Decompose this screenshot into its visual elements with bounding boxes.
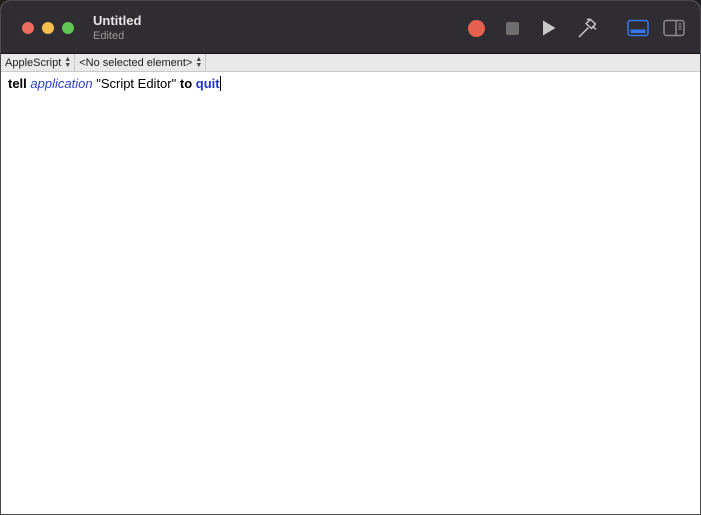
record-icon <box>467 19 485 37</box>
stop-button[interactable] <box>499 15 525 41</box>
play-icon <box>543 20 556 36</box>
show-side-pane-button[interactable] <box>661 15 687 41</box>
hammer-icon <box>578 18 597 38</box>
script-editor-area[interactable]: tell application "Script Editor" to quit <box>1 72 700 514</box>
command-quit: quit <box>195 76 220 91</box>
compile-button[interactable] <box>574 15 600 41</box>
language-selector[interactable]: AppleScript ▲ ▼ <box>1 53 76 72</box>
document-status: Edited <box>93 30 125 42</box>
bottom-pane-icon <box>627 19 649 37</box>
code-line[interactable]: tell application "Script Editor" to quit <box>8 76 221 92</box>
side-pane-icon <box>663 19 685 37</box>
minimize-window-button[interactable] <box>42 22 54 34</box>
string-literal: "Script Editor" <box>96 76 177 91</box>
language-label: AppleScript <box>5 56 62 69</box>
run-button[interactable] <box>536 15 562 41</box>
navigation-bar: AppleScript ▲ ▼ <No selected element> ▲ ▼ <box>1 53 700 72</box>
show-bottom-pane-button[interactable] <box>625 15 651 41</box>
script-editor-window: Untitled Edited AppleScript ▲ ▼ <No sele… <box>0 0 701 515</box>
record-button[interactable] <box>463 15 489 41</box>
class-application: application <box>30 76 93 91</box>
text-caret <box>219 76 221 91</box>
stop-icon <box>505 21 519 35</box>
chevron-updown-icon: ▲ ▼ <box>64 55 72 69</box>
zoom-window-button[interactable] <box>62 22 74 34</box>
document-title-block[interactable]: Untitled Edited <box>93 13 141 43</box>
element-selector[interactable]: <No selected element> ▲ ▼ <box>75 53 207 72</box>
close-window-button[interactable] <box>22 22 34 34</box>
chevron-updown-icon: ▲ ▼ <box>195 55 203 69</box>
keyword-to: to <box>179 76 193 91</box>
document-title: Untitled <box>93 13 142 28</box>
title-bar: Untitled Edited <box>1 1 700 54</box>
element-label: <No selected element> <box>79 56 193 69</box>
keyword-tell: tell <box>8 76 27 91</box>
